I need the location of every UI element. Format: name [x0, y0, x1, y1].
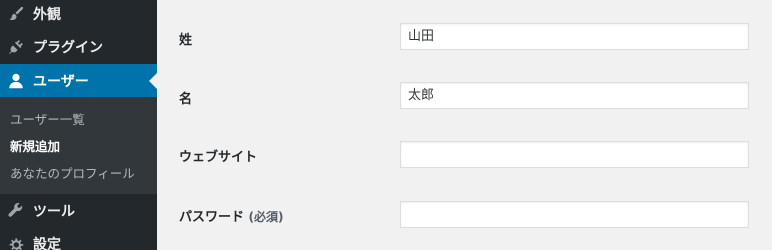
submenu-item-add-new[interactable]: 新規追加: [10, 136, 60, 155]
password-label-row: パスワード (必須): [179, 206, 284, 225]
sidebar-item-label: ユーザー: [33, 74, 89, 90]
user-icon: [6, 71, 26, 91]
password-label: パスワード: [179, 210, 245, 225]
paintbrush-icon: [6, 4, 26, 24]
admin-sidebar: 外観 プラグイン ユーザー ユーザー一覧 新規追加 あなたのプロフィール ツール: [0, 0, 157, 250]
sidebar-item-label: 設定: [33, 237, 61, 250]
sidebar-item-label: 外観: [33, 7, 61, 23]
sidebar-item-label: ツール: [33, 204, 75, 220]
first-name-label: 名: [179, 92, 193, 107]
sidebar-item-plugins[interactable]: プラグイン: [0, 30, 157, 64]
plugin-icon: [6, 37, 26, 57]
required-indicator: (必須): [248, 210, 284, 224]
sidebar-item-settings[interactable]: 設定: [0, 227, 157, 250]
submenu-item-your-profile[interactable]: あなたのプロフィール: [10, 163, 135, 182]
settings-icon: [6, 234, 26, 250]
users-submenu: ユーザー一覧 新規追加 あなたのプロフィール: [0, 97, 157, 194]
password-field[interactable]: [400, 201, 749, 228]
submenu-item-all-users[interactable]: ユーザー一覧: [10, 109, 85, 128]
last-name-field[interactable]: 山田: [400, 23, 749, 50]
active-indicator-arrow: [149, 73, 157, 89]
admin-screen: 外観 プラグイン ユーザー ユーザー一覧 新規追加 あなたのプロフィール ツール: [0, 0, 772, 250]
wrench-icon: [6, 201, 26, 221]
website-field[interactable]: [400, 141, 749, 168]
first-name-field[interactable]: 太郎: [400, 82, 749, 109]
last-name-label: 姓: [179, 33, 193, 48]
sidebar-item-appearance[interactable]: 外観: [0, 0, 157, 31]
sidebar-item-tools[interactable]: ツール: [0, 194, 157, 228]
sidebar-item-label: プラグイン: [33, 40, 103, 56]
website-label: ウェブサイト: [179, 150, 258, 165]
sidebar-item-users[interactable]: ユーザー: [0, 64, 157, 98]
